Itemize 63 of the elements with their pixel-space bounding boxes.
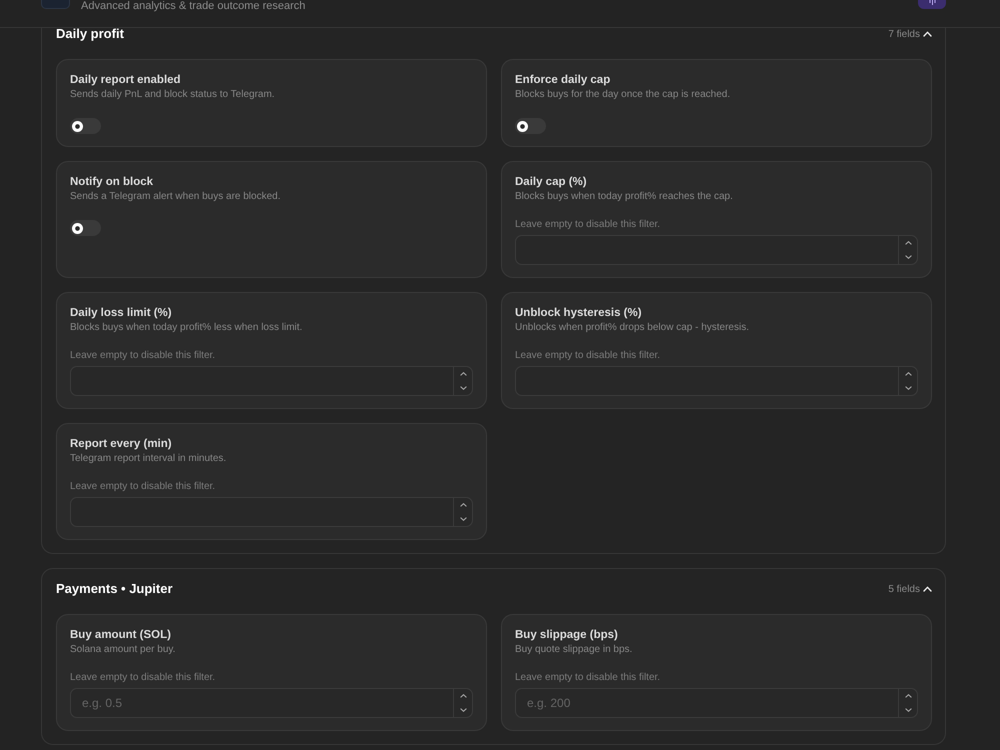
decrement-button[interactable] xyxy=(453,512,473,527)
setting-description: Blocks buys for the day once the cap is reached. xyxy=(515,88,730,101)
setting-description: Solana amount per buy. xyxy=(70,643,176,656)
increment-button[interactable] xyxy=(453,497,473,512)
decrement-button[interactable] xyxy=(898,703,918,718)
setting-title: Report every (min) xyxy=(70,437,172,451)
decrement-button[interactable] xyxy=(898,381,918,396)
header-action-button[interactable] xyxy=(918,0,946,9)
logo-icon xyxy=(41,0,70,9)
setting-hint: Leave empty to disable this filter. xyxy=(70,349,216,362)
toggle-switch[interactable] xyxy=(515,118,546,134)
setting-description: Blocks buys when today profit% reaches the cap. xyxy=(515,190,733,203)
chevron-up-icon xyxy=(904,241,912,245)
decrement-button[interactable] xyxy=(898,250,918,265)
chevron-up-icon[interactable] xyxy=(923,586,932,592)
decrement-button[interactable] xyxy=(453,381,473,396)
section-title: Payments • Jupiter xyxy=(56,580,173,598)
setting-description: Sends a Telegram alert when buys are blocked. xyxy=(70,190,280,203)
setting-description: Buy quote slippage in bps. xyxy=(515,643,632,656)
setting-hint: Leave empty to disable this filter. xyxy=(515,218,660,231)
setting-title: Buy amount (SOL) xyxy=(70,628,171,642)
increment-button[interactable] xyxy=(453,688,473,703)
setting-description: Telegram report interval in minutes. xyxy=(70,452,226,465)
toggle-switch[interactable] xyxy=(70,118,101,134)
setting-title: Daily cap (%) xyxy=(515,175,587,189)
setting-hint: Leave empty to disable this filter. xyxy=(70,480,216,493)
chevron-up-icon xyxy=(904,694,912,698)
setting-description: Unblocks when profit% drops below cap - hysteresis. xyxy=(515,321,749,334)
setting-title: Buy slippage (bps) xyxy=(515,628,618,642)
setting-description: Blocks buys when today profit% less when loss limit. xyxy=(70,321,302,334)
chevron-down-icon xyxy=(460,517,466,521)
increment-button[interactable] xyxy=(898,688,918,703)
chevron-up-icon xyxy=(460,694,466,698)
field-count: 7 fields xyxy=(888,28,920,40)
chevron-down-icon xyxy=(460,708,466,712)
chevron-up-icon[interactable] xyxy=(923,31,932,37)
section-title: Daily profit xyxy=(56,28,124,43)
setting-hint: Leave empty to disable this filter. xyxy=(70,671,216,684)
increment-button[interactable] xyxy=(898,366,918,381)
chevron-up-icon xyxy=(460,372,466,376)
toggle-switch[interactable] xyxy=(70,220,101,236)
chevron-up-icon xyxy=(904,372,912,376)
setting-title: Notify on block xyxy=(70,175,154,189)
field-count: 5 fields xyxy=(888,582,920,596)
setting-title: Unblock hysteresis (%) xyxy=(515,306,642,320)
chevron-down-icon xyxy=(904,386,912,390)
setting-title: Enforce daily cap xyxy=(515,73,610,87)
chevron-up-icon xyxy=(460,503,466,507)
number-input[interactable]: e.g. 200 xyxy=(515,688,898,718)
setting-title: Daily report enabled xyxy=(70,73,181,87)
increment-button[interactable] xyxy=(453,366,473,381)
setting-hint: Leave empty to disable this filter. xyxy=(515,349,660,362)
lines-icon xyxy=(928,0,936,5)
chevron-down-icon xyxy=(904,708,912,712)
increment-button[interactable] xyxy=(898,235,918,250)
chevron-down-icon xyxy=(904,255,912,259)
decrement-button[interactable] xyxy=(453,703,473,718)
chevron-down-icon xyxy=(460,386,466,390)
setting-description: Sends daily PnL and block status to Telegram. xyxy=(70,88,275,101)
number-input[interactable]: e.g. 0.5 xyxy=(70,688,453,718)
setting-title: Daily loss limit (%) xyxy=(70,306,172,320)
header-subtitle: Advanced analytics & trade outcome research xyxy=(81,0,306,13)
setting-hint: Leave empty to disable this filter. xyxy=(515,671,660,684)
